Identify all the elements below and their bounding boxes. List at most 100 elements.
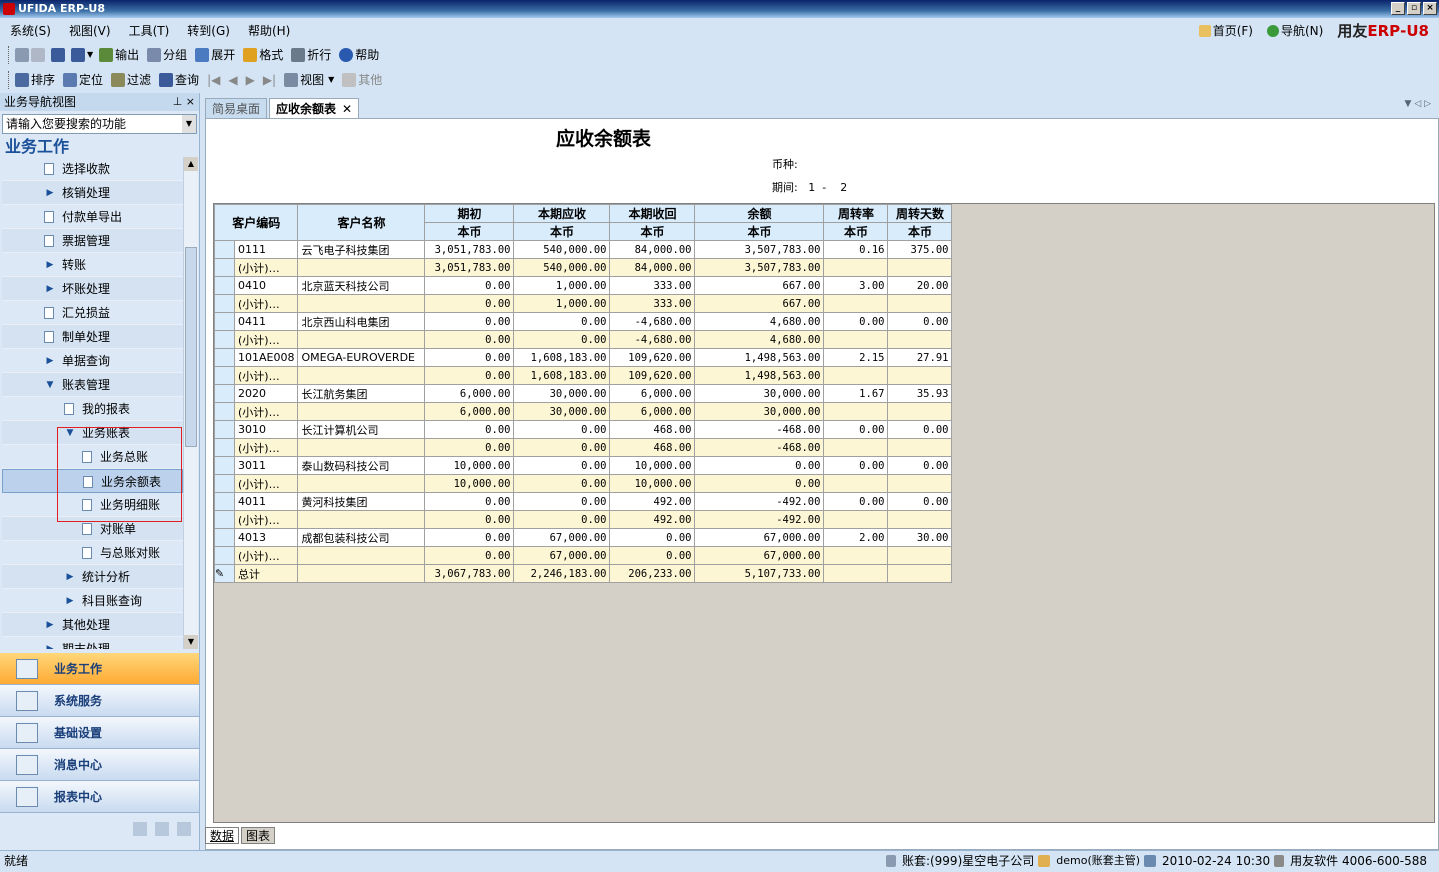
table-row[interactable]: 101AE008 OMEGA-EUROVERDE 0.00 1,608,183.00 1… <box>214 348 953 367</box>
cell-balance[interactable]: -492.00 <box>694 510 825 529</box>
cell-days[interactable]: 375.00 <box>887 240 953 259</box>
cell-name[interactable] <box>297 438 426 457</box>
cell-turnover[interactable] <box>823 402 889 421</box>
cell-days[interactable] <box>887 510 953 529</box>
cell-receivable[interactable]: 1,608,183.00 <box>513 348 611 367</box>
cell-days[interactable] <box>887 402 953 421</box>
menu-view[interactable]: 视图(V) <box>69 22 111 39</box>
restore-button[interactable]: ▫ <box>1407 2 1421 15</box>
cell-name[interactable] <box>297 294 426 313</box>
cell-balance[interactable]: -492.00 <box>694 492 825 511</box>
cell-opening[interactable]: 0.00 <box>424 276 515 295</box>
cell-receivable[interactable]: 0.00 <box>513 330 611 349</box>
cell-receivable[interactable]: 540,000.00 <box>513 258 611 277</box>
table-row[interactable]: 0411 北京西山科电集团 0.00 0.00 -4,680.00 4,680.00 0.0… <box>214 312 953 331</box>
subtotal-row[interactable]: (小计)… 0.00 67,000.00 0.00 67,000.00 <box>214 546 953 565</box>
cell-balance[interactable]: 3,507,783.00 <box>694 240 825 259</box>
cell-balance[interactable]: 67,000.00 <box>694 546 825 565</box>
cell-turnover[interactable]: 3.00 <box>823 276 889 295</box>
row-indicator[interactable] <box>214 402 235 421</box>
cell-name[interactable] <box>297 564 426 583</box>
table-row[interactable]: 4013 成都包装科技公司 0.00 67,000.00 0.00 67,000.00 2.… <box>214 528 953 547</box>
cell-name[interactable]: 成都包装科技公司 <box>297 528 426 547</box>
close-button[interactable]: × <box>1423 2 1437 15</box>
cell-code[interactable]: 2020 <box>233 384 299 403</box>
cell-receivable[interactable]: 0.00 <box>513 474 611 493</box>
cell-receivable[interactable]: 30,000.00 <box>513 384 611 403</box>
cell-turnover[interactable] <box>823 510 889 529</box>
next-page-icon[interactable]: ▶ <box>246 73 255 87</box>
cell-receivable[interactable]: 0.00 <box>513 492 611 511</box>
row-indicator[interactable] <box>214 312 235 331</box>
cell-days[interactable] <box>887 258 953 277</box>
cell-code[interactable]: (小计)… <box>233 294 299 313</box>
cell-turnover[interactable]: 2.00 <box>823 528 889 547</box>
cell-name[interactable] <box>297 330 426 349</box>
cell-balance[interactable]: 4,680.00 <box>694 330 825 349</box>
edit-pencil-icon[interactable]: ✎ <box>214 564 235 583</box>
cell-days[interactable]: 0.00 <box>887 456 953 475</box>
row-indicator[interactable] <box>214 420 235 439</box>
row-indicator[interactable] <box>214 456 235 475</box>
cell-name[interactable] <box>297 366 426 385</box>
cell-opening[interactable]: 3,067,783.00 <box>424 564 515 583</box>
tree-node[interactable]: 业务余额表 <box>2 469 183 493</box>
expand-button[interactable]: 展开 <box>195 46 235 63</box>
row-indicator[interactable] <box>214 330 235 349</box>
collapsed-arrow-icon[interactable]: ▶ <box>66 589 74 613</box>
first-page-icon[interactable]: |◀ <box>207 73 220 87</box>
cell-opening[interactable]: 3,051,783.00 <box>424 258 515 277</box>
help-button[interactable]: 帮助 <box>339 46 379 63</box>
table-row[interactable]: 0410 北京蓝天科技公司 0.00 1,000.00 333.00 667.00 3.00… <box>214 276 953 295</box>
other-button[interactable]: 其他 <box>342 71 382 88</box>
cell-name[interactable] <box>297 510 426 529</box>
cell-balance[interactable]: -468.00 <box>694 438 825 457</box>
tree-node[interactable]: 业务明细账 <box>2 493 183 517</box>
row-indicator[interactable] <box>214 546 235 565</box>
sort-button[interactable]: 排序 <box>15 71 55 88</box>
menu-tools[interactable]: 工具(T) <box>129 22 170 39</box>
cell-receivable[interactable]: 0.00 <box>513 456 611 475</box>
cell-days[interactable]: 27.91 <box>887 348 953 367</box>
tree-node[interactable]: ▶ 单据查询 <box>2 349 183 373</box>
subtotal-row[interactable]: (小计)… 0.00 1,608,183.00 109,620.00 1,498,563… <box>214 366 953 385</box>
tree-node[interactable]: ▶ 转账 <box>2 253 183 277</box>
row-indicator[interactable] <box>214 438 235 457</box>
cell-receivable[interactable]: 30,000.00 <box>513 402 611 421</box>
cell-code[interactable]: (小计)… <box>233 258 299 277</box>
cell-days[interactable] <box>887 564 953 583</box>
cell-turnover[interactable] <box>823 474 889 493</box>
format-button[interactable]: 格式 <box>243 46 283 63</box>
cell-balance[interactable]: 0.00 <box>694 474 825 493</box>
cell-received[interactable]: -4,680.00 <box>609 312 696 331</box>
cell-opening[interactable]: 10,000.00 <box>424 456 515 475</box>
cell-receivable[interactable]: 540,000.00 <box>513 240 611 259</box>
tree-node[interactable]: 选择收款 <box>2 157 183 181</box>
cell-code[interactable]: (小计)… <box>233 510 299 529</box>
cell-name[interactable]: 北京蓝天科技公司 <box>297 276 426 295</box>
tab-scroll-icons[interactable]: ▼ ◁ ▷ <box>1405 99 1432 109</box>
cell-opening[interactable]: 6,000.00 <box>424 402 515 421</box>
tree-node[interactable]: 制单处理 <box>2 325 183 349</box>
cell-name[interactable]: OMEGA-EUROVERDE <box>297 348 426 367</box>
cell-balance[interactable]: 667.00 <box>694 294 825 313</box>
cell-received[interactable]: 84,000.00 <box>609 240 696 259</box>
collapsed-arrow-icon[interactable]: ▶ <box>46 637 54 649</box>
cell-turnover[interactable]: 0.00 <box>823 312 889 331</box>
cell-days[interactable]: 0.00 <box>887 420 953 439</box>
cell-code[interactable]: 101AE008 <box>233 348 299 367</box>
cell-received[interactable]: 109,620.00 <box>609 366 696 385</box>
subtotal-row[interactable]: (小计)… 0.00 0.00 492.00 -492.00 <box>214 510 953 529</box>
cell-received[interactable]: -4,680.00 <box>609 330 696 349</box>
nav-button[interactable]: 业务工作 <box>0 653 199 685</box>
tab-simple-desktop[interactable]: 简易桌面 <box>205 98 268 118</box>
col-opening[interactable]: 期初 <box>424 204 515 223</box>
subtotal-row[interactable]: (小计)… 10,000.00 0.00 10,000.00 0.00 <box>214 474 953 493</box>
navigation-link[interactable]: 导航(N) <box>1267 22 1323 39</box>
cell-received[interactable]: 0.00 <box>609 528 696 547</box>
cell-turnover[interactable]: 1.67 <box>823 384 889 403</box>
cell-turnover[interactable]: 0.00 <box>823 492 889 511</box>
cell-receivable[interactable]: 2,246,183.00 <box>513 564 611 583</box>
col-turnover[interactable]: 周转率 <box>823 204 889 223</box>
cell-receivable[interactable]: 1,000.00 <box>513 294 611 313</box>
